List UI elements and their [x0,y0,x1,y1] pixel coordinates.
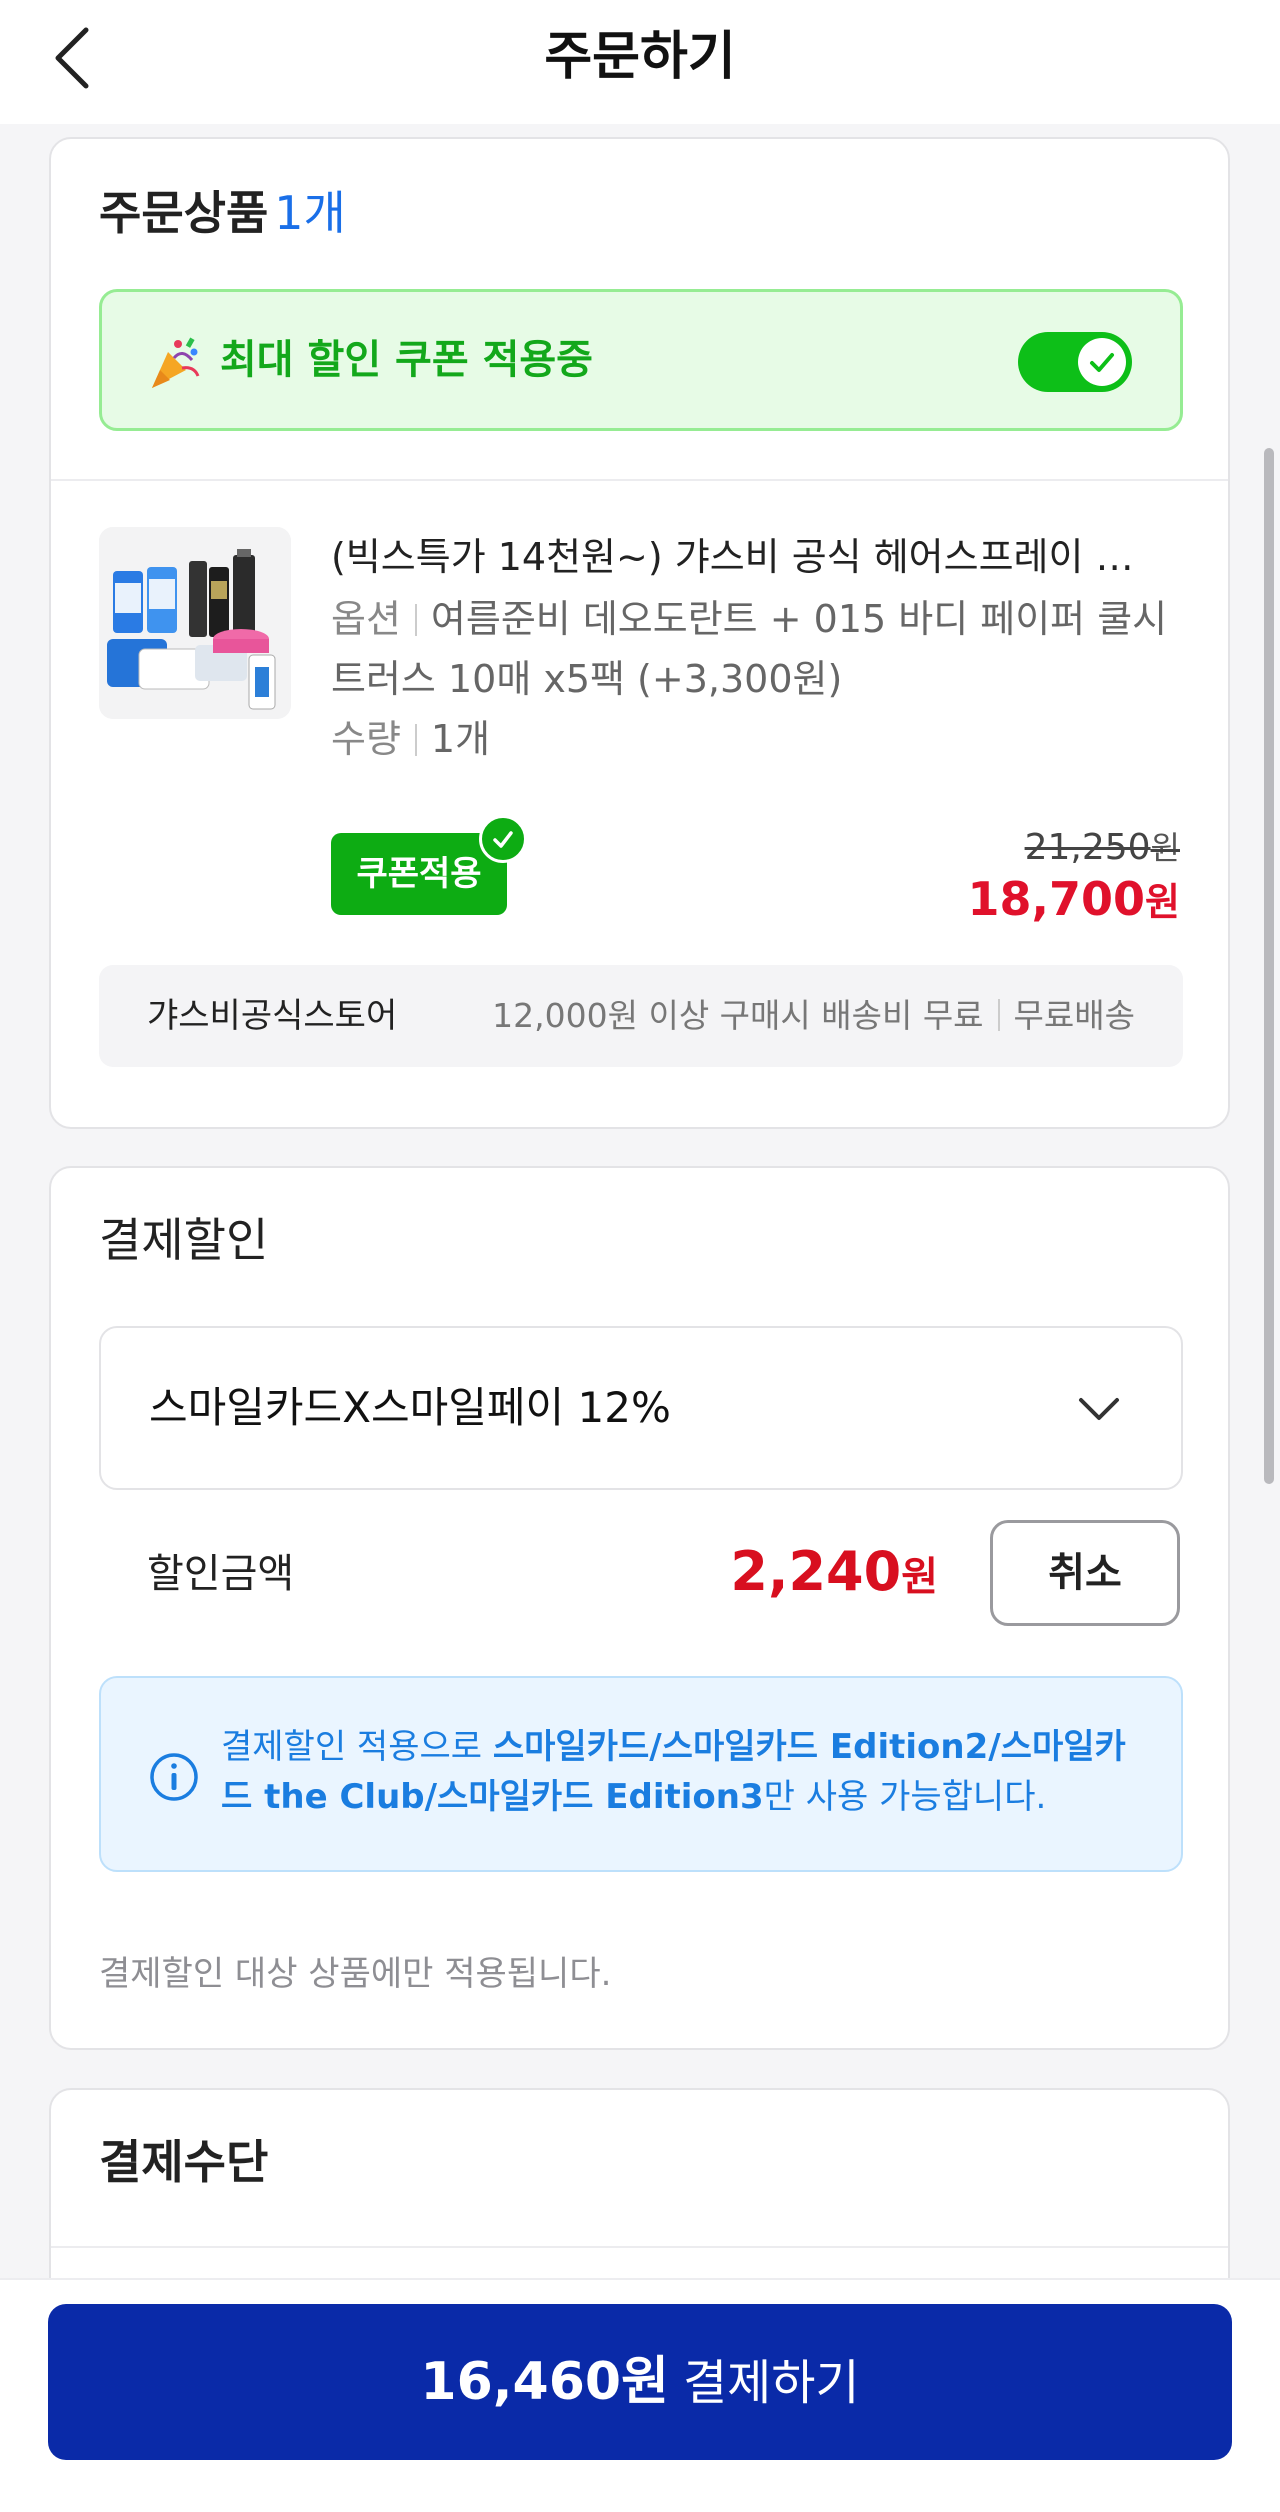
discount-section-title: 결제할인 [99,1213,269,1267]
shipping-info-box: 갸스비공식스토어 12,000원 이상 구매시 배송비 무료 무료배송 [99,965,1183,1067]
discount-amount-value: 2,240 [730,1540,902,1603]
separator [997,999,1000,1031]
discount-select[interactable]: 스마일카드X스마일페이 12% [99,1326,1183,1490]
final-price-value: 18,700 [967,872,1146,926]
chevron-down-icon [1079,1398,1119,1420]
discount-selected-value: 스마일카드X스마일페이 12% [149,1383,671,1432]
quantity-value: 1개 [430,717,491,761]
original-price: 21,250원 [1025,823,1180,873]
header: 주문하기 [0,0,1280,124]
shipping-condition-text: 12,000원 이상 구매시 배송비 무료 [492,996,984,1035]
order-section-title: 주문상품 1개 [99,183,346,243]
original-price-unit: 원 [1150,829,1180,867]
order-title-text: 주문상품 [99,186,269,240]
quantity-label: 수량 [331,717,401,761]
order-count: 1개 [274,186,346,240]
store-name[interactable]: 갸스비공식스토어 [147,987,397,1045]
shipping-fee: 무료배송 [1013,996,1135,1035]
method-section-title: 결제수단 [99,2135,269,2189]
shipping-condition: 12,000원 이상 구매시 배송비 무료 무료배송 [492,987,1135,1045]
discount-amount-label: 할인금액 [147,1551,295,1597]
discount-amount-unit: 원 [901,1554,938,1600]
page-title: 주문하기 [544,27,736,87]
coupon-applied-check [479,815,527,863]
pay-button[interactable]: 16,460원 결제하기 [48,2304,1232,2460]
bottom-pay-bar: 16,460원 결제하기 [0,2278,1280,2512]
discount-info-text: 결제할인 적용으로 스마일카드/스마일카드 Edition2/스마일카드 the… [221,1722,1151,1822]
discount-info-box: 결제할인 적용으로 스마일카드/스마일카드 Edition2/스마일카드 the… [99,1676,1183,1872]
product-name[interactable]: (빅스특가 14천원~) 갸스비 공식 헤어스프레이 헤어왁스 [331,527,1161,587]
order-products-card: 주문상품 1개 최대 할인 쿠폰 적용중 (빅스특가 14천원~) 갸스비 공식… [49,137,1230,1129]
original-price-value: 21,250 [1024,827,1151,868]
info-icon [150,1753,198,1801]
check-icon [493,831,513,848]
max-coupon-banner: 최대 할인 쿠폰 적용중 [99,289,1183,431]
product-option: 옵션 여름준비 데오도란트 + 015 바디 페이퍼 쿨시트러스 10매 x5팩 … [331,589,1181,709]
coupon-banner-text: 최대 할인 쿠폰 적용중 [220,337,593,383]
final-price: 18,700원 [968,869,1180,932]
product-image [99,527,291,719]
divider [51,2246,1228,2248]
separator [414,724,417,756]
product-quantity: 수량 1개 [331,709,490,769]
option-value: 여름준비 데오도란트 + 015 바디 페이퍼 쿨시트러스 10매 x5팩 (+… [331,597,1168,701]
coupon-toggle[interactable] [1018,332,1132,392]
info-suffix: 만 사용 가능합니다. [763,1777,1047,1817]
option-label: 옵션 [331,597,401,641]
product-thumbnail[interactable] [99,527,291,719]
toggle-knob [1078,338,1126,386]
divider [51,479,1228,481]
party-popper-icon [152,337,200,388]
separator [414,604,417,636]
pay-label: 결제하기 [682,2355,860,2411]
discount-note: 결제할인 대상 상품에만 적용됩니다. [99,1954,612,1994]
payment-discount-card: 결제할인 스마일카드X스마일페이 12% 할인금액 2,240원 취소 결제할인… [49,1166,1230,2050]
check-icon [1090,353,1114,372]
pay-amount: 16,460원 [420,2352,669,2412]
discount-amount: 2,240원 [730,1536,938,1613]
info-prefix: 결제할인 적용으로 [221,1727,493,1767]
final-price-unit: 원 [1145,880,1180,924]
cancel-discount-button[interactable]: 취소 [990,1520,1180,1626]
scrollbar[interactable] [1264,448,1274,1484]
